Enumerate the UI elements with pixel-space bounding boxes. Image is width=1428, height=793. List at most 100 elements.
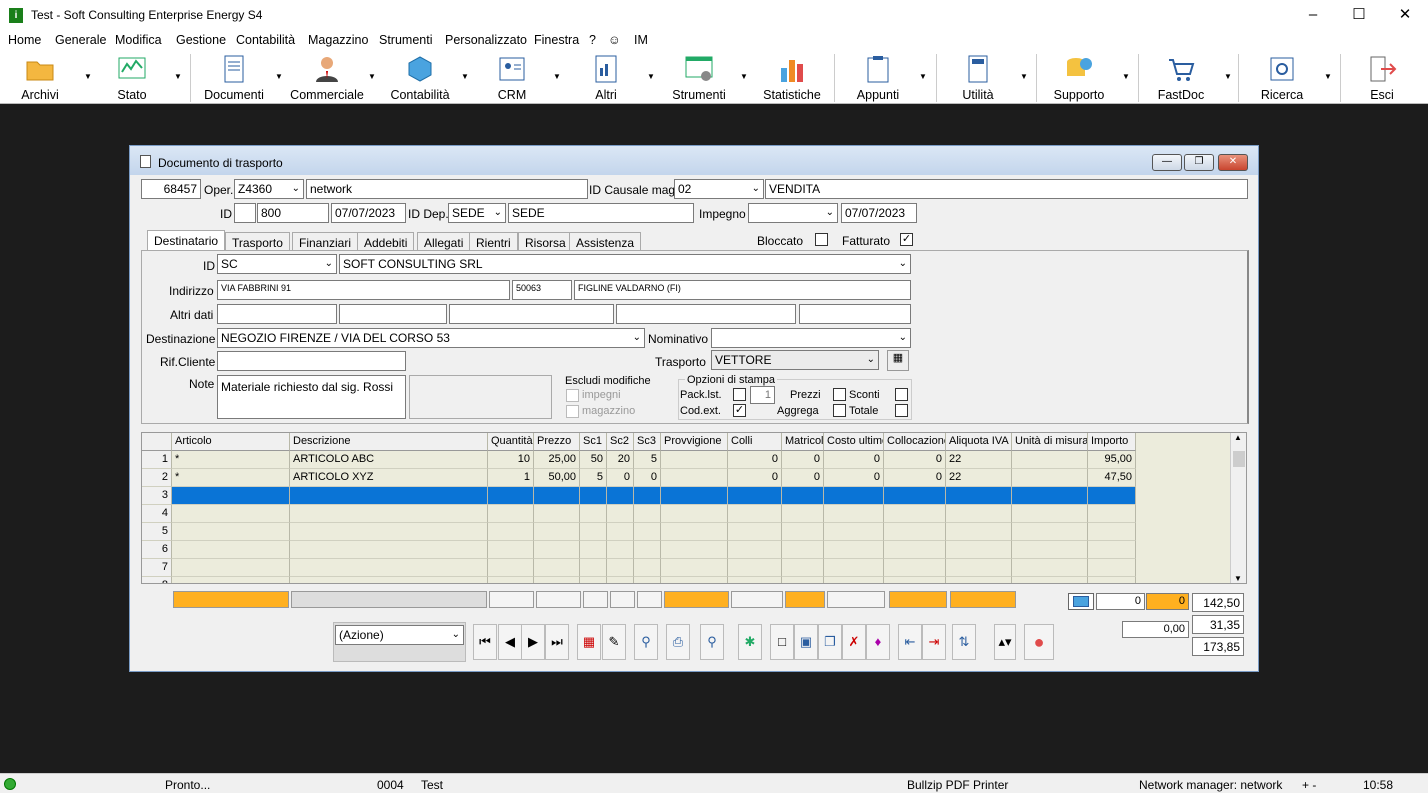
grid-header-cell[interactable]: Descrizione — [290, 433, 488, 451]
record-icon[interactable]: ● — [1024, 624, 1054, 660]
table-cell[interactable] — [782, 487, 824, 505]
table-cell[interactable] — [607, 559, 634, 577]
menu-generale[interactable]: Generale — [55, 33, 106, 47]
escludi-impegni-checkbox[interactable] — [566, 389, 579, 402]
table-cell[interactable] — [1012, 559, 1088, 577]
table-cell[interactable] — [782, 577, 824, 583]
table-cell[interactable] — [1012, 469, 1088, 487]
toolbar-crm[interactable]: CRM ▼ — [480, 50, 561, 104]
grid-header-cell[interactable]: Articolo — [172, 433, 290, 451]
toolbar-archivi[interactable]: Archivi ▼ — [8, 50, 92, 104]
escludi-magazzino-checkbox[interactable] — [566, 405, 579, 418]
doc-num-field[interactable]: 800 — [257, 203, 329, 223]
table-cell[interactable] — [884, 577, 946, 583]
table-cell[interactable] — [1088, 559, 1136, 577]
table-cell[interactable] — [782, 559, 824, 577]
new-record-icon[interactable]: □ — [770, 624, 794, 660]
trasporto-select[interactable]: VETTORE ⌄ — [711, 350, 879, 370]
table-cell[interactable]: 0 — [824, 451, 884, 469]
table-cell[interactable] — [488, 559, 534, 577]
table-cell[interactable] — [607, 505, 634, 523]
table-cell[interactable]: 0 — [884, 451, 946, 469]
fatturato-checkbox[interactable]: ✓ — [900, 233, 913, 246]
grid-header-cell[interactable]: Aliquota IVA — [946, 433, 1012, 451]
insert-row-icon[interactable]: ⇤ — [898, 624, 922, 660]
table-cell[interactable] — [290, 505, 488, 523]
grid-header-cell[interactable] — [142, 433, 172, 451]
table-cell[interactable] — [634, 541, 661, 559]
table-cell[interactable] — [290, 577, 488, 583]
table-cell[interactable]: 0 — [782, 451, 824, 469]
table-cell[interactable] — [824, 559, 884, 577]
totale-checkbox[interactable] — [895, 404, 908, 417]
table-cell[interactable] — [172, 559, 290, 577]
grid-header-cell[interactable]: Provvigione — [661, 433, 728, 451]
table-cell[interactable]: 5 — [580, 469, 607, 487]
maximize-button[interactable]: ☐ — [1336, 0, 1382, 31]
menu-personalizzato[interactable]: Personalizzato — [445, 33, 527, 47]
toolbar-strumenti[interactable]: Strumenti ▼ — [666, 50, 748, 104]
toolbar-supporto[interactable]: Supporto ▼ — [1046, 50, 1130, 104]
table-cell[interactable]: 0 — [884, 469, 946, 487]
table-cell[interactable] — [782, 523, 824, 541]
toolbar-contabilita[interactable]: Contabilità ▼ — [385, 50, 469, 104]
table-cell[interactable] — [172, 487, 290, 505]
tab-finanziari[interactable]: Finanziari — [292, 232, 359, 250]
grid-header-cell[interactable]: Quantità — [488, 433, 534, 451]
cli-name-select[interactable]: SOFT CONSULTING SRL ⌄ — [339, 254, 911, 274]
table-cell[interactable] — [1012, 505, 1088, 523]
eraser-icon[interactable]: ✎ — [602, 624, 626, 660]
table-cell[interactable] — [782, 541, 824, 559]
table-cell[interactable]: ARTICOLO ABC — [290, 451, 488, 469]
table-cell[interactable] — [290, 487, 488, 505]
table-cell[interactable] — [580, 505, 607, 523]
table-cell[interactable] — [634, 577, 661, 583]
table-cell[interactable]: * — [172, 469, 290, 487]
table-cell[interactable] — [1012, 523, 1088, 541]
layout-toggle-icon[interactable] — [1068, 593, 1094, 610]
table-cell[interactable] — [534, 541, 580, 559]
table-cell[interactable] — [661, 451, 728, 469]
table-cell[interactable] — [580, 559, 607, 577]
binoculars-icon[interactable]: ⚲ — [634, 624, 658, 660]
table-cell[interactable] — [1012, 577, 1088, 583]
table-cell[interactable] — [1088, 541, 1136, 559]
table-cell[interactable] — [534, 577, 580, 583]
menu-modifica[interactable]: Modifica — [115, 33, 162, 47]
table-cell[interactable]: * — [172, 451, 290, 469]
impegno-date-field[interactable]: 07/07/2023 — [841, 203, 917, 223]
toolbar-fastdoc[interactable]: FastDoc ▼ — [1148, 50, 1232, 104]
doc-date-field[interactable]: 07/07/2023 — [331, 203, 406, 223]
toolbar-stato[interactable]: Stato ▼ — [100, 50, 182, 104]
print-icon[interactable]: ⎙ — [666, 624, 690, 660]
grid-header-cell[interactable]: Sc1 — [580, 433, 607, 451]
table-cell[interactable] — [728, 559, 782, 577]
aggrega-checkbox[interactable] — [833, 404, 846, 417]
table-cell[interactable] — [1088, 505, 1136, 523]
table-cell[interactable] — [661, 487, 728, 505]
table-cell[interactable] — [580, 487, 607, 505]
cli-id-select[interactable]: SC ⌄ — [217, 254, 337, 274]
table-cell[interactable] — [728, 523, 782, 541]
table-cell[interactable] — [1088, 523, 1136, 541]
toolbar-documenti[interactable]: Documenti ▼ — [200, 50, 283, 104]
delete-row-icon[interactable]: ⇥ — [922, 624, 946, 660]
tab-assistenza[interactable]: Assistenza — [569, 232, 642, 250]
sconti-checkbox[interactable] — [895, 388, 908, 401]
table-cell[interactable] — [290, 541, 488, 559]
table-cell[interactable] — [488, 577, 534, 583]
table-cell[interactable] — [172, 523, 290, 541]
table-cell[interactable] — [172, 505, 290, 523]
move-row-updown-icon[interactable]: ▴▾ — [994, 624, 1016, 660]
articles-grid[interactable]: Articolo Descrizione Quantità Prezzo Sc1 Sc2 S… — [141, 432, 1247, 584]
table-cell[interactable] — [661, 541, 728, 559]
table-cell[interactable] — [884, 523, 946, 541]
table-cell[interactable]: 20 — [607, 451, 634, 469]
grid-header-cell[interactable]: Sc2 — [607, 433, 634, 451]
doc-close-button[interactable]: ✕ — [1218, 154, 1248, 171]
causale-select[interactable]: 02 ⌄ — [674, 179, 764, 199]
status-zoom[interactable]: + - — [1302, 778, 1316, 792]
table-cell[interactable] — [661, 505, 728, 523]
table-cell[interactable] — [728, 487, 782, 505]
minimize-button[interactable]: – — [1290, 0, 1336, 31]
